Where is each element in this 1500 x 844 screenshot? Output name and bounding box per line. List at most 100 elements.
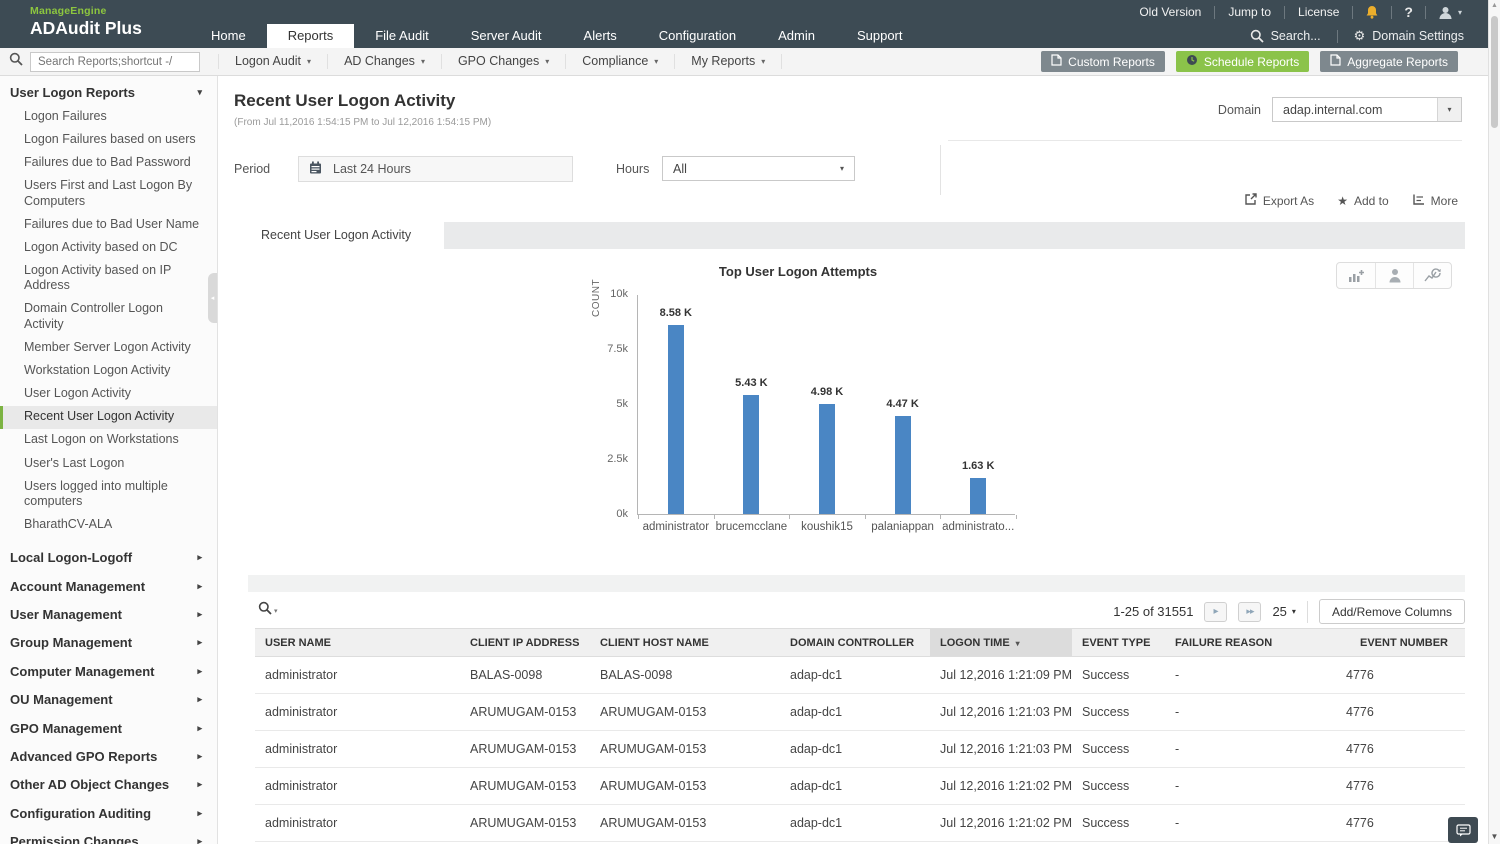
brand-logo[interactable]: ManageEngine ADAudit Plus [0,0,218,48]
sidebar-item-user-logon-activity[interactable]: User Logon Activity [0,382,217,405]
table-row[interactable]: administratorARUMUGAM-0153ARUMUGAM-0153a… [255,694,1465,731]
nav-tab-configuration[interactable]: Configuration [638,24,757,48]
table-row[interactable]: administratorARUMUGAM-0153ARUMUGAM-0153a… [255,768,1465,805]
scrollbar-thumb[interactable] [1491,16,1498,128]
sidebar-category-local-logon-logoff[interactable]: Local Logon-Logoff▸ [0,544,217,572]
column-header-event-number[interactable]: EVENT NUMBER [1330,629,1465,657]
column-header-event-type[interactable]: EVENT TYPE [1072,629,1165,657]
sidebar-category-configuration-auditing[interactable]: Configuration Auditing▸ [0,799,217,827]
nav-tab-support[interactable]: Support [836,24,924,48]
hours-select[interactable]: All ▾ [662,156,855,181]
notifications-button[interactable] [1353,5,1391,19]
tab-recent-user-logon-activity[interactable]: Recent User Logon Activity [248,222,444,249]
nav-tab-server-audit[interactable]: Server Audit [450,24,563,48]
more-button[interactable]: More [1412,193,1458,209]
sidebar-category-permission-changes[interactable]: Permission Changes▸ [0,827,217,844]
sidebar-item-bharathcv-ala[interactable]: BharathCV-ALA [0,513,217,536]
column-header-client-ip-address[interactable]: CLIENT IP ADDRESS [460,629,590,657]
divider [948,140,1462,141]
column-header-failure-reason[interactable]: FAILURE REASON [1165,629,1330,657]
custom-reports-button[interactable]: Custom Reports [1041,51,1165,72]
column-header-client-host-name[interactable]: CLIENT HOST NAME [590,629,780,657]
cell-domain-controller: adap-dc1 [780,768,930,805]
search-reports-input[interactable] [30,52,200,72]
table-row[interactable]: administratorARUMUGAM-0153ARUMUGAM-0153a… [255,805,1465,842]
chart-bar-administrato[interactable] [970,478,986,514]
sidebar-category-group-management[interactable]: Group Management▸ [0,629,217,657]
table-row[interactable]: administratorARUMUGAM-0153ARUMUGAM-0153a… [255,731,1465,768]
table-row[interactable]: administratorBALAS-0098BALAS-0098adap-dc… [255,657,1465,694]
nav-tab-file-audit[interactable]: File Audit [354,24,449,48]
page-size-select[interactable]: 25 ▾ [1272,604,1295,619]
column-header-user-name[interactable]: USER NAME [255,629,460,657]
sidebar-item-domain-controller-logon-activity[interactable]: Domain Controller Logon Activity [0,298,217,337]
sidebar-category-advanced-gpo-reports[interactable]: Advanced GPO Reports▸ [0,742,217,770]
chart-bar-administrator[interactable] [668,325,684,514]
nav-tab-home[interactable]: Home [190,24,267,48]
next-page-button[interactable]: ▸ [1204,602,1227,622]
nav-tab-alerts[interactable]: Alerts [563,24,638,48]
topbar-link-jump-to[interactable]: Jump to [1215,5,1284,19]
chart-bar-brucemcclane[interactable] [743,395,759,514]
chevron-right-icon: ▸ [197,581,202,592]
nav-tab-admin[interactable]: Admin [757,24,836,48]
sidebar-item-failures-due-to-bad-user-name[interactable]: Failures due to Bad User Name [0,213,217,236]
add-remove-columns-button[interactable]: Add/Remove Columns [1319,599,1465,624]
last-page-button[interactable]: ▸▸ [1238,602,1261,622]
feedback-chat-button[interactable] [1448,817,1478,843]
sidebar-item-recent-user-logon-activity[interactable]: Recent User Logon Activity [0,406,217,429]
menu-logon-audit[interactable]: Logon Audit▾ [218,54,328,69]
chart-bar-palaniappan[interactable] [895,416,911,514]
scroll-down-arrow[interactable]: ▼ [1489,832,1500,841]
sidebar-item-user-s-last-logon[interactable]: User's Last Logon [0,452,217,475]
domain-select-value: adap.internal.com [1273,103,1437,117]
cell-event-number: 4776 [1330,731,1465,768]
topbar-link-license[interactable]: License [1285,5,1352,19]
sidebar-item-logon-activity-based-on-dc[interactable]: Logon Activity based on DC [0,236,217,259]
period-picker[interactable]: Last 24 Hours [298,156,573,182]
sidebar-section-user-logon-reports[interactable]: User Logon Reports ▾ [0,76,217,105]
scroll-up-arrow[interactable]: ▲ [1489,2,1500,9]
sidebar-category-label: Permission Changes [10,834,139,844]
chart-bar-koushik15[interactable] [819,404,835,514]
sidebar-item-logon-activity-based-on-ip-address[interactable]: Logon Activity based on IP Address [0,259,217,298]
sidebar-item-last-logon-on-workstations[interactable]: Last Logon on Workstations [0,429,217,452]
column-header-logon-time[interactable]: LOGON TIME▾ [930,629,1072,657]
column-header-domain-controller[interactable]: DOMAIN CONTROLLER [780,629,930,657]
menu-my-reports[interactable]: My Reports▾ [675,54,782,69]
user-summary-icon[interactable] [1375,263,1413,288]
sidebar-category-computer-management[interactable]: Computer Management▸ [0,657,217,685]
add-chart-icon[interactable] [1337,263,1375,288]
sidebar-item-logon-failures-based-on-users[interactable]: Logon Failures based on users [0,128,217,151]
export-as-button[interactable]: Export As [1244,193,1314,209]
sidebar-category-other-ad-object-changes[interactable]: Other AD Object Changes▸ [0,771,217,799]
refresh-chart-icon[interactable] [1413,263,1451,288]
table-search-button[interactable]: ▾ [258,601,278,620]
sidebar-category-ou-management[interactable]: OU Management▸ [0,685,217,713]
page-scrollbar[interactable]: ▲ ▼ [1488,0,1500,844]
add-to-button[interactable]: ★Add to [1337,193,1388,209]
global-search-button[interactable]: Search... [1234,29,1337,43]
sidebar-category-gpo-management[interactable]: GPO Management▸ [0,714,217,742]
sidebar-category-user-management[interactable]: User Management▸ [0,600,217,628]
schedule-reports-button[interactable]: Schedule Reports [1176,51,1309,72]
aggregate-reports-button[interactable]: Aggregate Reports [1320,51,1458,72]
menu-gpo-changes[interactable]: GPO Changes▾ [442,54,566,69]
sidebar-item-failures-due-to-bad-password[interactable]: Failures due to Bad Password [0,151,217,174]
sidebar-item-users-first-and-last-logon-by-computers[interactable]: Users First and Last Logon By Computers [0,174,217,213]
domain-settings-button[interactable]: ⚙Domain Settings [1338,28,1480,44]
user-menu-button[interactable]: ▾ [1426,5,1474,20]
sidebar-item-logon-failures[interactable]: Logon Failures [0,105,217,128]
sidebar-category-account-management[interactable]: Account Management▸ [0,572,217,600]
report-actions: Export As ★Add to More [1244,193,1458,209]
domain-select[interactable]: adap.internal.com ▾ [1272,97,1462,122]
menu-compliance[interactable]: Compliance▾ [566,54,675,69]
sidebar-item-users-logged-into-multiple-computers[interactable]: Users logged into multiple computers [0,475,217,514]
menu-ad-changes[interactable]: AD Changes▾ [328,54,442,69]
sidebar-item-member-server-logon-activity[interactable]: Member Server Logon Activity [0,336,217,359]
nav-tab-reports[interactable]: Reports [267,24,355,48]
help-button[interactable]: ? [1392,4,1425,20]
topbar-link-old-version[interactable]: Old Version [1126,5,1214,19]
sidebar-item-workstation-logon-activity[interactable]: Workstation Logon Activity [0,359,217,382]
sidebar-collapse-handle[interactable]: ◂ [208,273,217,323]
